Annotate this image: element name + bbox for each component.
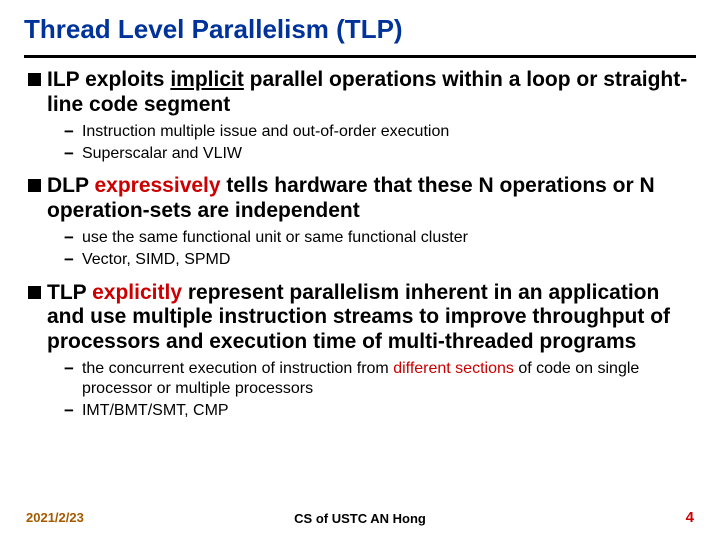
dash-bullet-icon: − <box>64 359 74 379</box>
sub-item: − IMT/BMT/SMT, CMP <box>64 401 696 421</box>
footer-center: CS of USTC AN Hong <box>294 511 426 526</box>
sub-text: use the same functional unit or same fun… <box>82 228 468 248</box>
bullet-tlp-accent: explicitly <box>92 281 182 304</box>
bullet-list: ILP exploits implicit parallel operation… <box>24 68 696 421</box>
bullet-ilp-pre: ILP exploits <box>47 68 170 91</box>
title-rule <box>24 55 696 58</box>
bullet-tlp-pre: TLP <box>47 281 92 304</box>
bullet-tlp: TLP explicitly represent parallelism inh… <box>28 281 696 355</box>
dash-bullet-icon: − <box>64 122 74 142</box>
bullet-dlp-sub: − use the same functional unit or same f… <box>64 228 696 271</box>
dash-bullet-icon: − <box>64 250 74 270</box>
slide: Thread Level Parallelism (TLP) ILP explo… <box>0 0 720 540</box>
bullet-ilp-sub: − Instruction multiple issue and out-of-… <box>64 122 696 165</box>
sub-item: − use the same functional unit or same f… <box>64 228 696 248</box>
bullet-ilp: ILP exploits implicit parallel operation… <box>28 68 696 118</box>
sub-item: − Superscalar and VLIW <box>64 144 696 164</box>
dash-bullet-icon: − <box>64 401 74 421</box>
bullet-ilp-underlined: implicit <box>170 68 244 91</box>
bullet-dlp-pre: DLP <box>47 174 94 197</box>
square-bullet-icon <box>28 179 41 192</box>
bullet-dlp: DLP expressively tells hardware that the… <box>28 174 696 224</box>
slide-title: Thread Level Parallelism (TLP) <box>24 14 696 45</box>
bullet-dlp-accent: expressively <box>94 174 220 197</box>
dash-bullet-icon: − <box>64 144 74 164</box>
sub-text: Superscalar and VLIW <box>82 144 242 164</box>
sub-item: − Instruction multiple issue and out-of-… <box>64 122 696 142</box>
sub-text: Instruction multiple issue and out-of-or… <box>82 122 449 142</box>
bullet-tlp-sub: − the concurrent execution of instructio… <box>64 359 696 421</box>
bullet-dlp-text: DLP expressively tells hardware that the… <box>47 174 696 224</box>
sub-text: the concurrent execution of instruction … <box>82 359 696 399</box>
square-bullet-icon <box>28 286 41 299</box>
sub-item: − the concurrent execution of instructio… <box>64 359 696 399</box>
bullet-tlp-text: TLP explicitly represent parallelism inh… <box>47 281 696 355</box>
sub-text: IMT/BMT/SMT, CMP <box>82 401 229 421</box>
square-bullet-icon <box>28 73 41 86</box>
sub-text: Vector, SIMD, SPMD <box>82 250 230 270</box>
page-number: 4 <box>686 509 694 526</box>
sub-item: − Vector, SIMD, SPMD <box>64 250 696 270</box>
sub-text-accent: different sections <box>393 360 514 377</box>
sub-text-pre: the concurrent execution of instruction … <box>82 360 393 377</box>
footer-date: 2021/2/23 <box>26 510 84 525</box>
bullet-ilp-text: ILP exploits implicit parallel operation… <box>47 68 696 118</box>
dash-bullet-icon: − <box>64 228 74 248</box>
